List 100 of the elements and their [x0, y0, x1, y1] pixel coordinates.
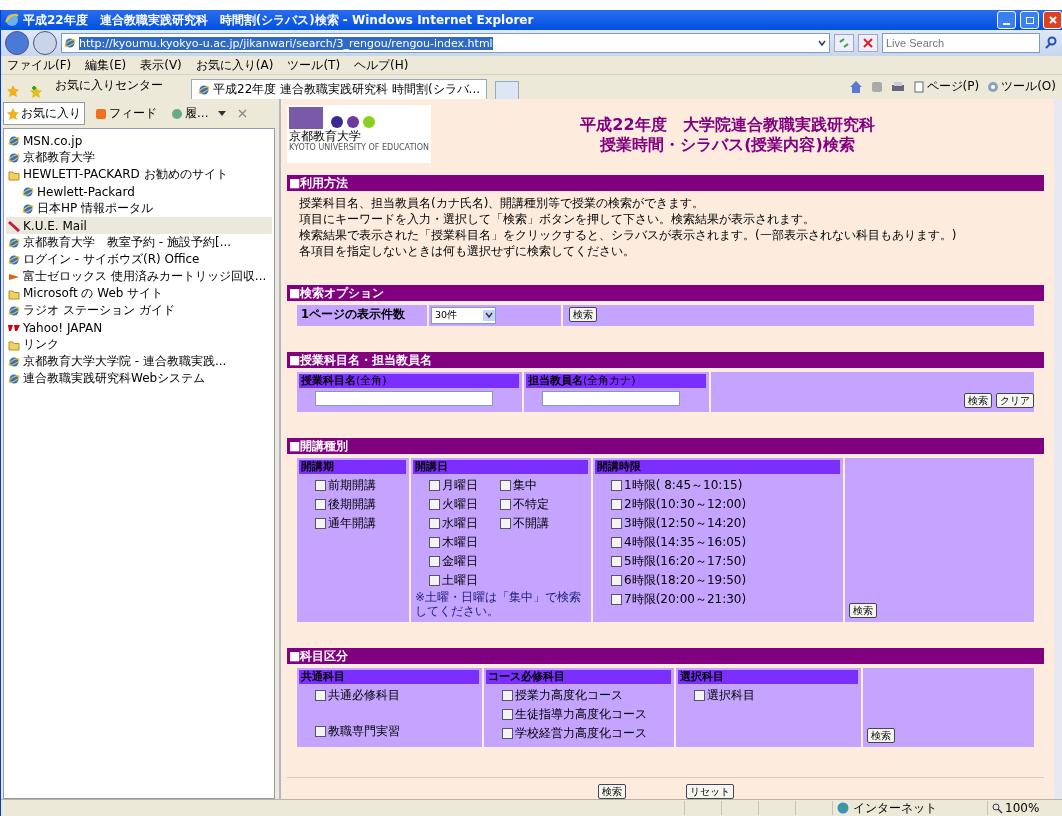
checkbox-option[interactable]: 生徒指導力高度化コース — [502, 705, 674, 724]
checkbox-option[interactable]: 月曜日 — [429, 476, 478, 495]
add-favorite-icon[interactable] — [29, 85, 43, 99]
browser-page-icon — [22, 185, 34, 198]
checkbox-option[interactable]: 前期開講 — [315, 476, 409, 495]
text-field[interactable] — [315, 391, 493, 406]
favorite-item[interactable]: K.U.E. Mail — [6, 217, 272, 234]
checkbox-option[interactable]: 授業力高度化コース — [502, 686, 674, 705]
sidebar-tab[interactable]: 履... — [167, 102, 213, 125]
checkbox-option[interactable]: 土曜日 — [429, 571, 478, 590]
checkbox-option[interactable]: 不特定 — [500, 495, 549, 514]
refresh-button[interactable] — [834, 34, 854, 52]
checkbox-option[interactable]: 火曜日 — [429, 495, 478, 514]
search-field[interactable]: Live Search — [882, 33, 1040, 53]
favorite-item[interactable]: ラジオ ステーション ガイド — [6, 302, 272, 319]
url-text: http://kyoumu.kyokyo-u.ac.jp/jikanwari/search/3_rengou/rengou-index.html — [79, 36, 493, 50]
checkbox-option[interactable]: 5時限(16:20～17:50) — [611, 552, 843, 571]
form-button[interactable]: リセット — [685, 784, 734, 799]
checkbox-option[interactable]: 教職専門実習 — [315, 722, 482, 741]
checkbox-option[interactable]: 1時限( 8:45～10:15) — [611, 476, 843, 495]
menu-item[interactable]: ファイル(F) — [7, 56, 72, 74]
checkbox-option[interactable]: 2時限(10:30～12:00) — [611, 495, 843, 514]
form-button[interactable]: 検索 — [597, 784, 626, 799]
menu-item[interactable]: ツール(T) — [287, 56, 341, 74]
menu-item[interactable]: ヘルプ(H) — [354, 56, 409, 74]
search-button[interactable]: 検索 — [849, 603, 877, 618]
checkbox-option[interactable]: 通年開講 — [315, 514, 409, 533]
favorite-item[interactable]: 京都教育大学 — [6, 149, 272, 166]
history-icon — [171, 107, 183, 120]
browser-page-icon — [64, 37, 76, 49]
page-title: 授業時間・シラバス(授業内容)検索 — [599, 135, 856, 155]
forward-button[interactable] — [33, 31, 57, 55]
browser-tab[interactable]: 平成22年度 連合教職実践研究科 時間割(シラバ... — [191, 79, 488, 99]
globe-icon — [837, 802, 849, 814]
form-button[interactable]: 検索 — [964, 393, 992, 408]
favorite-item[interactable]: 日本HP 情報ポータル — [20, 200, 272, 217]
favorite-item[interactable]: Yahoo! JAPAN — [6, 319, 272, 336]
sidebar-tab[interactable]: お気に入り — [3, 102, 85, 125]
gear-icon — [987, 80, 1000, 93]
favorite-item[interactable]: 連合教職実践研究科Webシステム — [6, 370, 272, 387]
checkbox-option[interactable]: 集中 — [500, 476, 549, 495]
favorite-item[interactable]: リンク — [6, 336, 272, 353]
section-heading: ■科目区分 — [287, 648, 1044, 664]
form-button[interactable]: クリア — [996, 393, 1034, 408]
text-field[interactable] — [542, 391, 680, 406]
favorite-item[interactable]: Hewlett-Packard — [20, 183, 272, 200]
favorite-item[interactable]: 京都教育大学大学院 - 連合教職実践... — [6, 353, 272, 370]
menu-item[interactable]: 編集(E) — [85, 56, 127, 74]
per-page-dropdown[interactable]: 30件 — [431, 307, 496, 324]
close-button[interactable] — [1043, 11, 1062, 29]
back-button[interactable] — [5, 31, 29, 55]
restore-icon — [1025, 16, 1034, 24]
command-button[interactable]: ツール(O) — [987, 78, 1056, 95]
favorite-item[interactable]: MSN.co.jp — [6, 132, 272, 149]
checkbox-option[interactable]: 金曜日 — [429, 552, 478, 571]
column-heading: 開講時限 — [595, 460, 840, 474]
restore-button[interactable] — [1020, 11, 1039, 29]
checkbox-option[interactable]: 6時限(18:20～19:50) — [611, 571, 843, 590]
favorite-item[interactable]: 富士ゼロックス 使用済みカートリッジ回収... — [6, 268, 272, 285]
checkbox-option[interactable]: 7時限(20:00～21:30) — [611, 590, 843, 609]
checkbox-option[interactable]: 後期開講 — [315, 495, 409, 514]
search-button[interactable]: 検索 — [867, 728, 895, 743]
section-heading: ■開講種別 — [287, 438, 1044, 454]
dropdown-arrow-icon[interactable] — [218, 110, 227, 117]
zoom-control[interactable]: 100% — [987, 801, 1062, 815]
browser-page-icon — [22, 202, 34, 215]
checkbox-option[interactable]: 共通必修科目 — [315, 686, 482, 705]
star-icon[interactable] — [7, 85, 21, 99]
checkbox-option[interactable]: 不開講 — [500, 514, 549, 533]
close-icon[interactable] — [238, 109, 248, 118]
column-heading: 共通科目 — [299, 670, 479, 684]
command-button[interactable]: ページ(P) — [912, 78, 980, 95]
window-title: 平成22年度 連合教職実践研究科 時間割(シラバス)検索 - Windows Internet Explorer — [23, 11, 535, 29]
favorite-item[interactable]: HEWLETT-PACKARD お勧めのサイト — [6, 166, 272, 183]
sidebar-tab[interactable]: フィード — [91, 102, 161, 125]
printer-icon[interactable] — [890, 80, 905, 93]
checkbox-option[interactable]: 木曜日 — [429, 533, 478, 552]
search-icon[interactable] — [1044, 36, 1058, 50]
favorite-item[interactable]: 京都教育大学 教室予約 - 施設予約[... — [6, 234, 272, 251]
browser-logo-icon — [5, 13, 19, 27]
checkbox-option[interactable]: 4時限(14:35～16:05) — [611, 533, 843, 552]
favorite-item[interactable]: ログイン - サイボウズ(R) Office — [6, 251, 272, 268]
minimize-button[interactable] — [997, 11, 1016, 29]
star-icon — [7, 107, 19, 120]
checkbox-option[interactable]: 選択科目 — [694, 686, 861, 705]
browser-page-icon — [8, 304, 20, 317]
favorite-item[interactable]: Microsoft の Web サイト — [6, 285, 272, 302]
new-tab-button[interactable] — [495, 81, 520, 99]
home-icon[interactable] — [848, 79, 863, 94]
browser-page-icon — [8, 151, 20, 164]
section-heading: ■授業科目名・担当教員名 — [287, 352, 1044, 368]
search-button[interactable]: 検索 — [569, 307, 597, 322]
checkbox-option[interactable]: 3時限(12:50～14:20) — [611, 514, 843, 533]
menu-item[interactable]: お気に入り(A) — [195, 56, 274, 74]
favorites-center-label[interactable]: お気に入りセンター — [55, 77, 163, 94]
checkbox-option[interactable]: 水曜日 — [429, 514, 478, 533]
address-field[interactable]: http://kyoumu.kyokyo-u.ac.jp/jikanwari/search/3_rengou/rengou-index.html — [61, 33, 830, 53]
stop-button[interactable] — [858, 34, 878, 52]
menu-item[interactable]: 表示(V) — [140, 56, 182, 74]
checkbox-option[interactable]: 学校経営力高度化コース — [502, 724, 674, 743]
